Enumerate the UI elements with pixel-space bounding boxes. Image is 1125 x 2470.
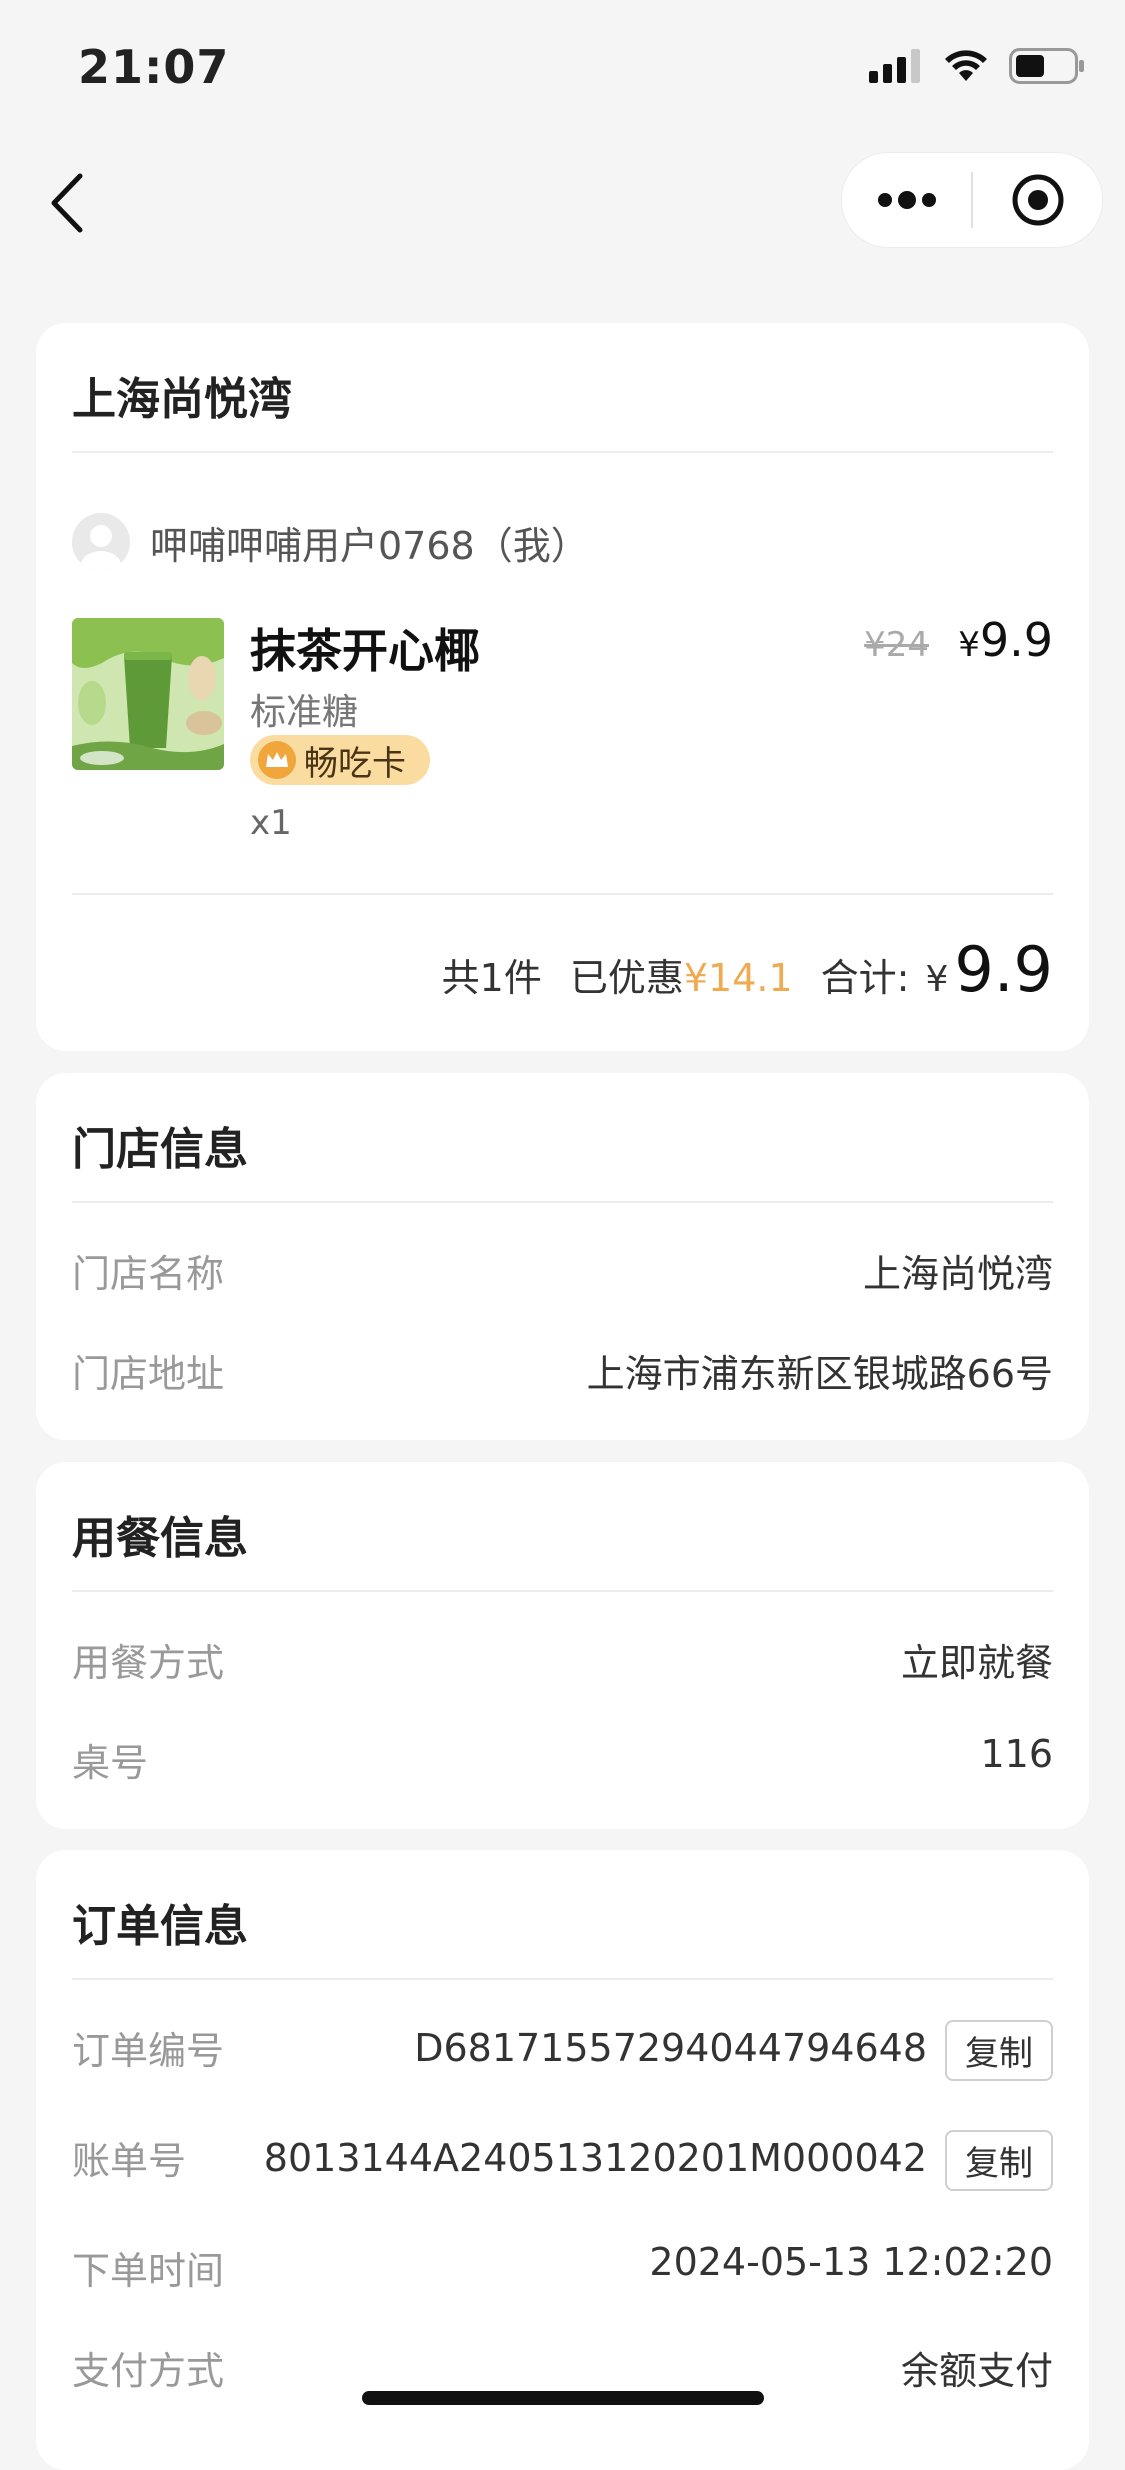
copy-bill-number-button[interactable]: 复制 xyxy=(945,2130,1053,2191)
home-indicator[interactable] xyxy=(362,2391,764,2405)
more-dots-icon xyxy=(877,191,936,209)
product-name: 抹茶开心椰 xyxy=(250,624,480,678)
order-info-card: 订单信息 订单编号 D68171557294044794648 复制 账单号 80… xyxy=(36,1850,1089,2470)
total-label: 合计: xyxy=(820,956,910,1000)
divider xyxy=(72,1590,1053,1592)
table-number-value: 116 xyxy=(980,1732,1053,1776)
original-price: ¥24 xyxy=(864,625,929,665)
status-time: 21:07 xyxy=(78,40,230,94)
close-mini-program-button[interactable] xyxy=(973,153,1102,247)
product-price: ¥9.9 xyxy=(958,613,1053,667)
section-title: 门店信息 xyxy=(72,1124,248,1175)
section-title: 订单信息 xyxy=(72,1901,248,1952)
nav-bar xyxy=(0,140,1125,260)
status-icons xyxy=(869,48,1085,84)
mini-program-capsule xyxy=(841,152,1103,248)
store-address-value[interactable]: 上海市浦东新区银城路66号 xyxy=(587,1343,1053,1398)
order-number-row: D68171557294044794648 复制 xyxy=(414,2020,1053,2081)
chevron-left-icon xyxy=(51,173,83,233)
divider xyxy=(72,451,1053,453)
divider xyxy=(72,1201,1053,1203)
item-count: 共1件 xyxy=(441,956,542,1000)
discount-label: 已优惠 xyxy=(569,956,684,1000)
more-button[interactable] xyxy=(842,153,971,247)
dining-mode-value: 立即就餐 xyxy=(900,1641,1053,1685)
order-summary: 共1件 已优惠 ¥14.1 合计: ¥ 9.9 xyxy=(442,933,1053,1006)
payment-method-value: 余额支付 xyxy=(900,2349,1053,2393)
dining-mode-label: 用餐方式 xyxy=(72,1641,225,1685)
store-address-label: 门店地址 xyxy=(72,1352,225,1396)
crown-icon xyxy=(258,741,296,779)
battery-icon xyxy=(1009,48,1084,84)
discount-value: ¥14.1 xyxy=(683,956,793,1000)
back-button[interactable] xyxy=(44,168,94,238)
status-bar: 21:07 xyxy=(0,0,1125,130)
total-value: 9.9 xyxy=(954,933,1053,1006)
price-value: 9.9 xyxy=(979,613,1053,667)
table-number-label: 桌号 xyxy=(72,1741,149,1785)
price-currency: ¥ xyxy=(958,625,980,665)
cellular-signal-icon xyxy=(869,49,920,83)
user-avatar-icon xyxy=(81,525,121,571)
product-spec: 标准糖 xyxy=(250,692,359,733)
store-info-card: 门店信息 门店名称 上海尚悦湾 门店地址 上海市浦东新区银城路66号 xyxy=(36,1073,1089,1440)
membership-badge: 畅吃卡 xyxy=(250,735,430,785)
divider xyxy=(72,1978,1053,1980)
payment-method-label: 支付方式 xyxy=(72,2349,225,2393)
divider xyxy=(72,893,1053,895)
copy-order-number-button[interactable]: 复制 xyxy=(945,2020,1053,2081)
matcha-drink-image xyxy=(72,618,224,770)
total-currency: ¥ xyxy=(925,959,949,1000)
order-time-label: 下单时间 xyxy=(72,2249,225,2293)
wifi-icon xyxy=(945,50,987,81)
bill-number-value: 8013144A240513120201M000042 xyxy=(263,2136,927,2180)
product-image[interactable] xyxy=(72,618,224,770)
product-quantity: x1 xyxy=(250,803,292,843)
bill-number-label: 账单号 xyxy=(72,2139,187,2183)
store-title: 上海尚悦湾 xyxy=(72,374,292,425)
order-number-value: D68171557294044794648 xyxy=(414,2026,927,2070)
store-name-label: 门店名称 xyxy=(72,1252,225,1296)
avatar xyxy=(72,513,130,571)
order-time-value: 2024-05-13 12:02:20 xyxy=(649,2240,1053,2284)
badge-label: 畅吃卡 xyxy=(304,743,406,784)
target-circle-icon xyxy=(1012,174,1063,226)
order-items-card: 上海尚悦湾 呷哺呷哺用户0768（我） 抹茶开心椰 标准糖 畅吃卡 x1 ¥24… xyxy=(36,323,1089,1051)
bill-number-row: 8013144A240513120201M000042 复制 xyxy=(264,2130,1053,2191)
section-title: 用餐信息 xyxy=(72,1513,248,1564)
order-number-label: 订单编号 xyxy=(72,2029,225,2073)
store-name-value: 上海尚悦湾 xyxy=(862,1252,1053,1296)
dining-info-card: 用餐信息 用餐方式 立即就餐 桌号 116 xyxy=(36,1462,1089,1829)
user-name: 呷哺呷哺用户0768（我） xyxy=(150,524,589,568)
